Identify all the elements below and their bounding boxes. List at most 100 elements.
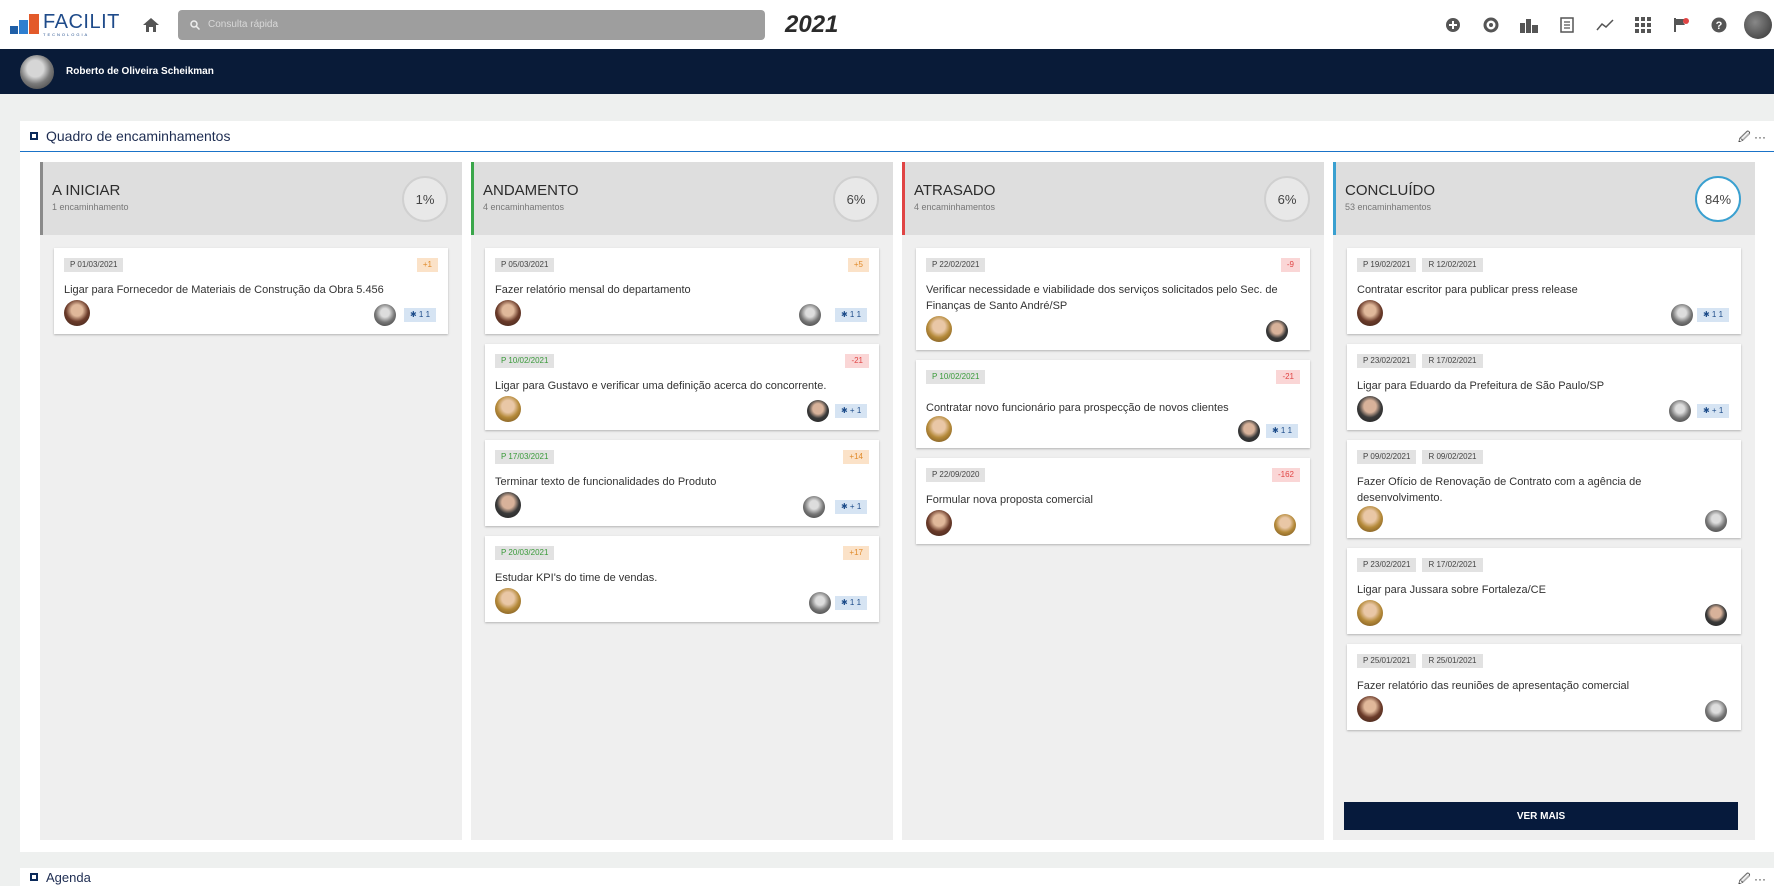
task-card[interactable]: P 20/03/2021 +17 Estudar KPI's do time d… <box>485 536 879 622</box>
owner-avatar <box>926 510 952 536</box>
documents-button[interactable] <box>1548 16 1586 33</box>
task-text: Fazer relatório mensal do departamento <box>495 284 691 296</box>
done-date-badge: R 17/02/2021 <box>1422 354 1483 368</box>
column-percent: 84% <box>1695 176 1741 222</box>
panel-actions-menu[interactable]: 🖉 ··· <box>1738 128 1766 149</box>
done-date-badge: R 12/02/2021 <box>1422 258 1483 272</box>
participants-avatar <box>809 592 831 614</box>
task-card[interactable]: P 10/02/2021 -21 Contratar novo funcioná… <box>916 360 1310 448</box>
task-card[interactable]: P 19/02/2021 R 12/02/2021 Contratar escr… <box>1347 248 1741 334</box>
column-subtitle: 4 encaminhamentos <box>483 202 565 212</box>
task-text: Terminar texto de funcionalidades do Pro… <box>495 476 717 488</box>
participants-avatar <box>374 304 396 326</box>
task-text: Estudar KPI's do time de vendas. <box>495 572 658 584</box>
done-date-badge: R 25/01/2021 <box>1422 654 1483 668</box>
task-text: Formular nova proposta comercial <box>926 494 1093 506</box>
participants-count-badge: ✱ + 1 <box>1697 404 1730 418</box>
task-card[interactable]: P 09/02/2021 R 09/02/2021 Fazer Ofício d… <box>1347 440 1741 538</box>
apps-button[interactable] <box>1624 16 1662 33</box>
add-button[interactable] <box>1434 17 1472 33</box>
dashboard-button[interactable] <box>1510 17 1548 33</box>
column-accent-bar <box>902 162 905 235</box>
due-date-badge: P 25/01/2021 <box>1357 654 1417 668</box>
participants-avatar <box>1669 400 1691 422</box>
trend-line-icon <box>1596 18 1614 30</box>
column-header: ANDAMENTO 4 encaminhamentos 6% <box>471 162 893 235</box>
done-date-badge: R 17/02/2021 <box>1422 558 1483 572</box>
board-title: Quadro de encaminhamentos <box>46 128 231 144</box>
task-text: Fazer Ofício de Renovação de Contrato co… <box>1357 476 1642 504</box>
column-subtitle: 1 encaminhamento <box>52 202 129 212</box>
due-date-badge: P 19/02/2021 <box>1357 258 1417 272</box>
task-text: Ligar para Jussara sobre Fortaleza/CE <box>1357 584 1546 596</box>
panel-square-icon <box>30 132 38 140</box>
owner-avatar <box>1357 506 1383 532</box>
notifications-button[interactable] <box>1662 17 1700 33</box>
task-card[interactable]: P 10/02/2021 -21 Ligar para Gustavo e ve… <box>485 344 879 430</box>
logo-mark-icon <box>10 13 40 36</box>
participants-avatar <box>1671 304 1693 326</box>
task-card[interactable]: P 05/03/2021 +5 Fazer relatório mensal d… <box>485 248 879 334</box>
board-panel: Quadro de encaminhamentos 🖉 ··· A INICIA… <box>20 121 1774 852</box>
days-badge: -9 <box>1280 258 1300 272</box>
plus-circle-icon <box>1446 17 1460 32</box>
year-label: 2021 <box>785 10 839 38</box>
owner-avatar <box>495 300 521 326</box>
column-andamento: ANDAMENTO 4 encaminhamentos 6% P 05/03/2… <box>471 162 893 840</box>
task-card[interactable]: P 22/09/2020 -162 Formular nova proposta… <box>916 458 1310 544</box>
search-input[interactable] <box>208 19 708 30</box>
participants-count-badge: ✱ + 1 <box>835 500 868 514</box>
home-icon <box>143 17 159 32</box>
quick-search[interactable] <box>178 9 765 40</box>
facilit-logo[interactable]: FACILIT TECNOLOGIA <box>10 12 128 37</box>
days-badge: +17 <box>843 546 869 560</box>
owner-avatar <box>1357 600 1383 626</box>
owner-avatar <box>495 396 521 422</box>
participants-count-badge: ✱ + 1 <box>835 404 868 418</box>
help-icon: ? <box>1711 17 1727 32</box>
home-button[interactable] <box>140 14 162 36</box>
trends-button[interactable] <box>1586 18 1624 32</box>
due-date-badge: P 23/02/2021 <box>1357 558 1417 572</box>
participants-avatar <box>1238 420 1260 442</box>
task-text: Contratar escritor para publicar press r… <box>1357 284 1578 296</box>
column-title: ATRASADO <box>914 182 996 199</box>
column-title: A INICIAR <box>52 182 121 199</box>
brand-subtitle: TECNOLOGIA <box>43 32 90 37</box>
task-text: Contratar novo funcionário para prospecç… <box>926 402 1229 414</box>
column-percent: 1% <box>402 176 448 222</box>
column-subtitle: 53 encaminhamentos <box>1345 202 1432 212</box>
participants-avatar <box>1266 320 1288 342</box>
agenda-panel-header: Agenda 🖉 ··· <box>20 868 1774 886</box>
settings-button[interactable] <box>1472 17 1510 33</box>
user-avatar[interactable] <box>20 54 54 89</box>
task-text: Fazer relatório das reuniões de apresent… <box>1357 680 1630 692</box>
task-card[interactable]: P 17/03/2021 +14 Terminar texto de funci… <box>485 440 879 526</box>
owner-avatar <box>1357 396 1383 422</box>
due-date-badge: P 20/03/2021 <box>495 546 555 560</box>
task-card[interactable]: P 23/02/2021 R 17/02/2021 Ligar para Jus… <box>1347 548 1741 634</box>
ver-mais-button[interactable]: VER MAIS <box>1344 802 1738 830</box>
task-card[interactable]: P 25/01/2021 R 25/01/2021 Fazer relatóri… <box>1347 644 1741 730</box>
participants-count-badge: ✱ 1 1 <box>404 308 437 322</box>
participants-count-badge: ✱ 1 1 <box>835 596 868 610</box>
task-card[interactable]: P 23/02/2021 R 17/02/2021 Ligar para Edu… <box>1347 344 1741 430</box>
help-button[interactable]: ? <box>1700 17 1738 33</box>
agenda-actions-menu[interactable]: 🖉 ··· <box>1738 870 1766 886</box>
due-date-badge: P 17/03/2021 <box>495 450 555 464</box>
profile-avatar[interactable] <box>1744 10 1772 39</box>
participants-avatar <box>803 496 825 518</box>
column-title: CONCLUÍDO <box>1345 182 1436 199</box>
due-date-badge: P 10/02/2021 <box>926 370 986 384</box>
owner-avatar <box>1357 300 1383 326</box>
days-badge: -21 <box>845 354 869 368</box>
task-card[interactable]: P 01/03/2021 +1 Ligar para Fornecedor de… <box>54 248 448 334</box>
task-card[interactable]: P 22/02/2021 -9 Verificar necessidade e … <box>916 248 1310 350</box>
panel-square-icon <box>30 873 38 881</box>
days-badge: -21 <box>1276 370 1300 384</box>
participants-count-badge: ✱ 1 1 <box>835 308 868 322</box>
column-atrasado: ATRASADO 4 encaminhamentos 6% P 22/02/20… <box>902 162 1324 840</box>
user-bar: Roberto de Oliveira Scheikman <box>0 49 1774 94</box>
column-title: ANDAMENTO <box>483 182 579 199</box>
top-bar: FACILIT TECNOLOGIA 2021 <box>0 0 1774 49</box>
